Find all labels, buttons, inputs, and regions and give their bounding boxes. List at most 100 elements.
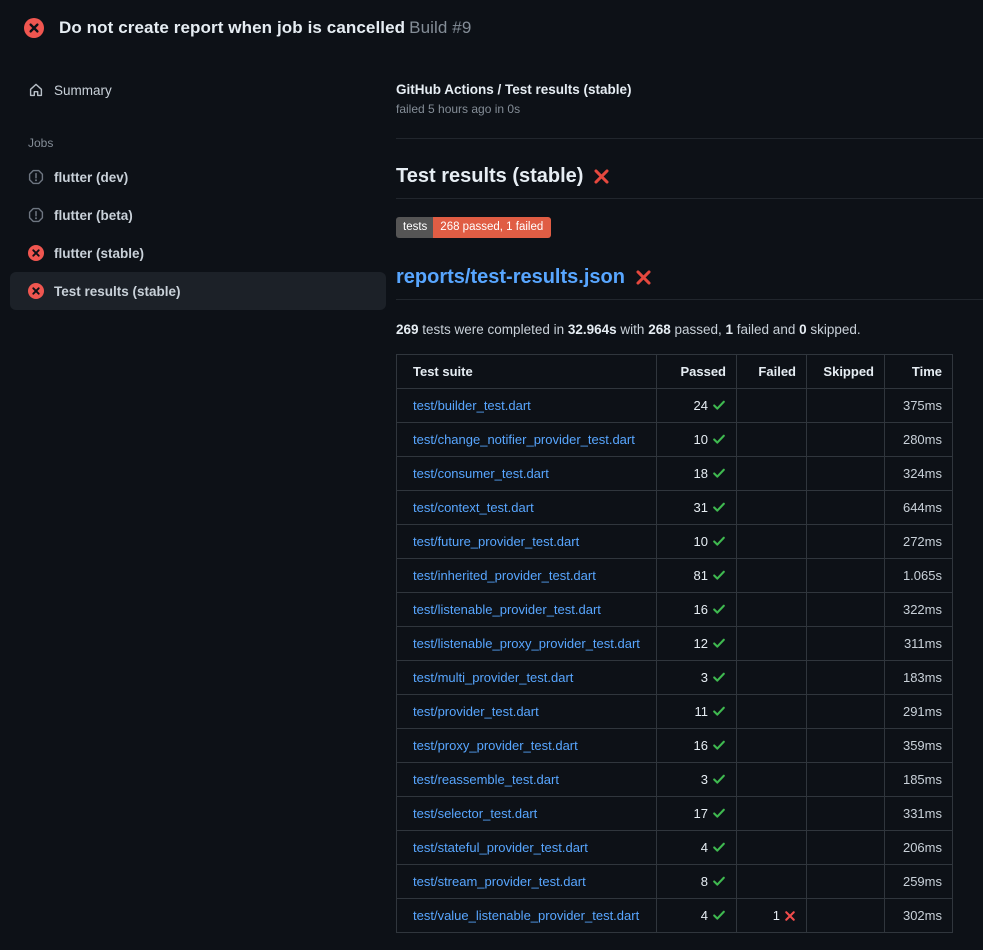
check-icon: [712, 636, 726, 650]
breadcrumb: GitHub Actions / Test results (stable): [396, 82, 983, 97]
cell-passed: 31: [657, 490, 737, 524]
cell-failed: [737, 422, 807, 456]
test-suite-link[interactable]: test/future_provider_test.dart: [413, 534, 579, 549]
cancelled-status-icon: [28, 169, 44, 185]
test-suite-link[interactable]: test/builder_test.dart: [413, 398, 531, 413]
cell-time: 280ms: [885, 422, 953, 456]
cell-skipped: [807, 456, 885, 490]
table-row: test/builder_test.dart24375ms: [397, 388, 953, 422]
check-icon: [712, 432, 726, 446]
passed-count: 24: [694, 398, 708, 413]
cell-failed: [737, 728, 807, 762]
table-row: test/inherited_provider_test.dart811.065…: [397, 558, 953, 592]
cell-skipped: [807, 660, 885, 694]
summary-number: 269: [396, 322, 419, 337]
cell-passed: 8: [657, 864, 737, 898]
cell-time: 183ms: [885, 660, 953, 694]
tests-summary-sentence: 269 tests were completed in 32.964s with…: [396, 322, 983, 337]
column-header-test-suite: Test suite: [397, 354, 657, 388]
passed-count: 4: [701, 908, 708, 923]
cell-time: 324ms: [885, 456, 953, 490]
sidebar-item-flutter-dev[interactable]: flutter (dev): [10, 158, 386, 196]
divider: [396, 138, 983, 139]
tests-badge: tests 268 passed, 1 failed: [396, 217, 551, 238]
test-suite-link[interactable]: test/proxy_provider_test.dart: [413, 738, 578, 753]
cancelled-status-icon: [28, 207, 44, 223]
test-suite-link[interactable]: test/provider_test.dart: [413, 704, 539, 719]
cell-failed: [737, 456, 807, 490]
sidebar-item-flutter-beta[interactable]: flutter (beta): [10, 196, 386, 234]
check-icon: [712, 568, 726, 582]
check-icon: [712, 602, 726, 616]
test-suite-link[interactable]: test/stateful_provider_test.dart: [413, 840, 588, 855]
passed-count: 16: [694, 738, 708, 753]
cell-skipped: [807, 388, 885, 422]
summary-text-segment: with: [617, 322, 649, 337]
run-status-text: failed 5 hours ago in 0s: [396, 102, 983, 116]
report-file-link[interactable]: reports/test-results.json: [396, 266, 625, 289]
cell-test-suite: test/context_test.dart: [397, 490, 657, 524]
test-suite-link[interactable]: test/listenable_proxy_provider_test.dart: [413, 636, 640, 651]
summary-text-segment: tests were completed in: [419, 322, 568, 337]
cell-time: 322ms: [885, 592, 953, 626]
test-suite-link[interactable]: test/selector_test.dart: [413, 806, 537, 821]
table-row: test/value_listenable_provider_test.dart…: [397, 898, 953, 932]
cell-time: 1.065s: [885, 558, 953, 592]
test-suite-link[interactable]: test/multi_provider_test.dart: [413, 670, 573, 685]
cell-time: 311ms: [885, 626, 953, 660]
check-icon: [712, 466, 726, 480]
test-suite-link[interactable]: test/stream_provider_test.dart: [413, 874, 586, 889]
test-suite-link[interactable]: test/value_listenable_provider_test.dart: [413, 908, 639, 923]
passed-count: 10: [694, 432, 708, 447]
cell-passed: 12: [657, 626, 737, 660]
build-number: Build #9: [409, 18, 471, 37]
cell-skipped: [807, 796, 885, 830]
cell-test-suite: test/inherited_provider_test.dart: [397, 558, 657, 592]
test-suite-link[interactable]: test/reassemble_test.dart: [413, 772, 559, 787]
cell-passed: 3: [657, 762, 737, 796]
job-label: flutter (stable): [54, 246, 144, 261]
summary-text-segment: passed,: [671, 322, 726, 337]
cell-test-suite: test/multi_provider_test.dart: [397, 660, 657, 694]
report-file-heading[interactable]: reports/test-results.json: [396, 266, 983, 300]
passed-count: 10: [694, 534, 708, 549]
table-row: test/selector_test.dart17331ms: [397, 796, 953, 830]
badge-label: tests: [396, 217, 433, 238]
red-x-icon: [635, 269, 652, 286]
test-suite-link[interactable]: test/consumer_test.dart: [413, 466, 549, 481]
cell-failed: [737, 524, 807, 558]
test-suite-link[interactable]: test/context_test.dart: [413, 500, 534, 515]
sidebar-item-test-results-stable[interactable]: Test results (stable): [10, 272, 386, 310]
cell-passed: 10: [657, 422, 737, 456]
passed-count: 31: [694, 500, 708, 515]
passed-count: 3: [701, 670, 708, 685]
summary-number: 0: [799, 322, 807, 337]
test-suite-link[interactable]: test/change_notifier_provider_test.dart: [413, 432, 635, 447]
cell-test-suite: test/consumer_test.dart: [397, 456, 657, 490]
cell-test-suite: test/reassemble_test.dart: [397, 762, 657, 796]
cell-passed: 18: [657, 456, 737, 490]
cell-failed: [737, 490, 807, 524]
cell-time: 259ms: [885, 864, 953, 898]
cell-time: 185ms: [885, 762, 953, 796]
sidebar-jobs-list: flutter (dev)flutter (beta) flutter (stab…: [0, 158, 396, 310]
test-suite-link[interactable]: test/inherited_provider_test.dart: [413, 568, 596, 583]
passed-count: 17: [694, 806, 708, 821]
cell-failed: [737, 592, 807, 626]
cell-test-suite: test/change_notifier_provider_test.dart: [397, 422, 657, 456]
test-suite-link[interactable]: test/listenable_provider_test.dart: [413, 602, 601, 617]
summary-text-segment: failed and: [733, 322, 799, 337]
page-title: Do not create report when job is cancell…: [59, 18, 471, 38]
column-header-skipped: Skipped: [807, 354, 885, 388]
cell-time: 291ms: [885, 694, 953, 728]
check-icon: [712, 874, 726, 888]
cell-passed: 3: [657, 660, 737, 694]
cell-skipped: [807, 830, 885, 864]
cell-test-suite: test/listenable_provider_test.dart: [397, 592, 657, 626]
check-icon: [712, 908, 726, 922]
sidebar-item-summary[interactable]: Summary: [10, 74, 386, 106]
sidebar-item-flutter-stable[interactable]: flutter (stable): [10, 234, 386, 272]
cell-skipped: [807, 626, 885, 660]
cell-skipped: [807, 694, 885, 728]
cell-time: 644ms: [885, 490, 953, 524]
